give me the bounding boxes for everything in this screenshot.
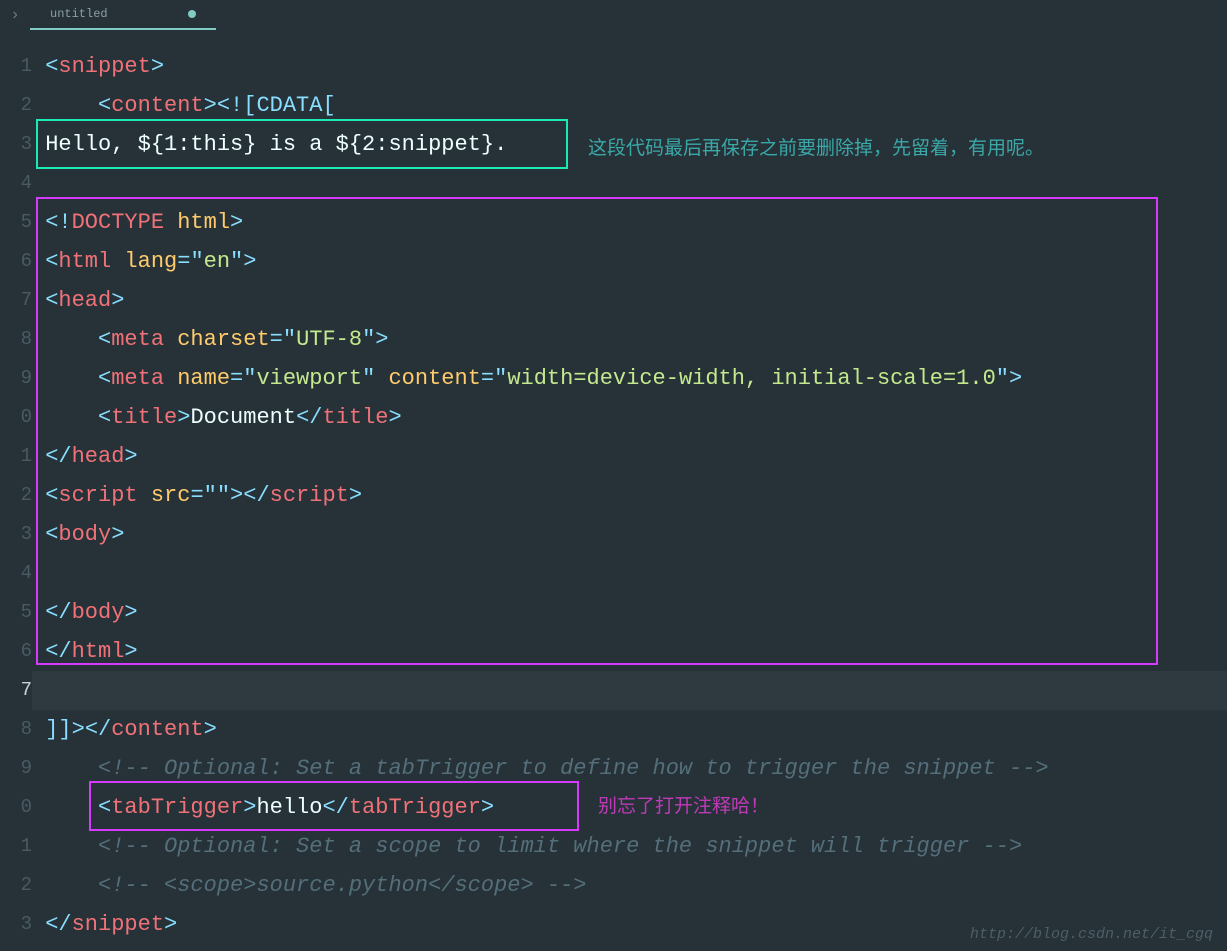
code-line: <body>	[32, 515, 1227, 554]
code-line: <meta charset="UTF-8">	[32, 320, 1227, 359]
line-number: 9	[0, 749, 32, 788]
code-line: </head>	[32, 437, 1227, 476]
line-number: 0	[0, 398, 32, 437]
line-number: 5	[0, 593, 32, 632]
tab-untitled[interactable]: untitled	[30, 0, 216, 30]
code-line: <script src=""></script>	[32, 476, 1227, 515]
code-line: <!-- Optional: Set a tabTrigger to defin…	[32, 749, 1227, 788]
code-line: ]]></content>	[32, 710, 1227, 749]
line-number: 3	[0, 905, 32, 944]
line-number: 2	[0, 86, 32, 125]
line-number: 2	[0, 476, 32, 515]
code-line: <content><![CDATA[	[32, 86, 1227, 125]
line-number: 6	[0, 632, 32, 671]
tab-modified-dot-icon	[188, 10, 196, 18]
line-number: 7	[0, 671, 32, 710]
line-number: 3	[0, 515, 32, 554]
code-line: <!-- Optional: Set a scope to limit wher…	[32, 827, 1227, 866]
code-line: <title>Document</title>	[32, 398, 1227, 437]
code-line	[32, 671, 1227, 710]
line-number: 4	[0, 554, 32, 593]
line-number: 8	[0, 710, 32, 749]
code-area[interactable]: <snippet> <content><![CDATA[ Hello, ${1:…	[32, 33, 1227, 951]
line-number: 7	[0, 281, 32, 320]
line-number: 1	[0, 437, 32, 476]
code-line	[32, 164, 1227, 203]
line-number: 2	[0, 866, 32, 905]
tab-title: untitled	[50, 7, 108, 21]
line-number: 5	[0, 203, 32, 242]
annotation-text-1: 这段代码最后再保存之前要删除掉，先留着，有用呢。	[588, 133, 1044, 160]
watermark: http://blog.csdn.net/it_cgq	[970, 926, 1213, 943]
tab-bar: › untitled	[0, 0, 1227, 33]
code-line: </body>	[32, 593, 1227, 632]
line-number: 9	[0, 359, 32, 398]
line-number: 0	[0, 788, 32, 827]
code-line: </html>	[32, 632, 1227, 671]
code-line: <head>	[32, 281, 1227, 320]
gutter: 1 2 3 4 5 6 7 8 9 0 1 2 3 4 5 6 7 8 9 0 …	[0, 33, 32, 951]
code-line: <meta name="viewport" content="width=dev…	[32, 359, 1227, 398]
line-number: 6	[0, 242, 32, 281]
line-number: 1	[0, 827, 32, 866]
tab-arrow-icon[interactable]: ›	[0, 0, 30, 30]
code-line: <snippet>	[32, 47, 1227, 86]
annotation-text-2: 别忘了打开注释哈！	[598, 791, 769, 818]
code-line: <!-- <scope>source.python</scope> -->	[32, 866, 1227, 905]
code-line: <!DOCTYPE html>	[32, 203, 1227, 242]
line-number: 4	[0, 164, 32, 203]
code-line	[32, 554, 1227, 593]
code-line: <html lang="en">	[32, 242, 1227, 281]
line-number: 3	[0, 125, 32, 164]
editor: 1 2 3 4 5 6 7 8 9 0 1 2 3 4 5 6 7 8 9 0 …	[0, 33, 1227, 951]
line-number: 8	[0, 320, 32, 359]
line-number: 1	[0, 47, 32, 86]
